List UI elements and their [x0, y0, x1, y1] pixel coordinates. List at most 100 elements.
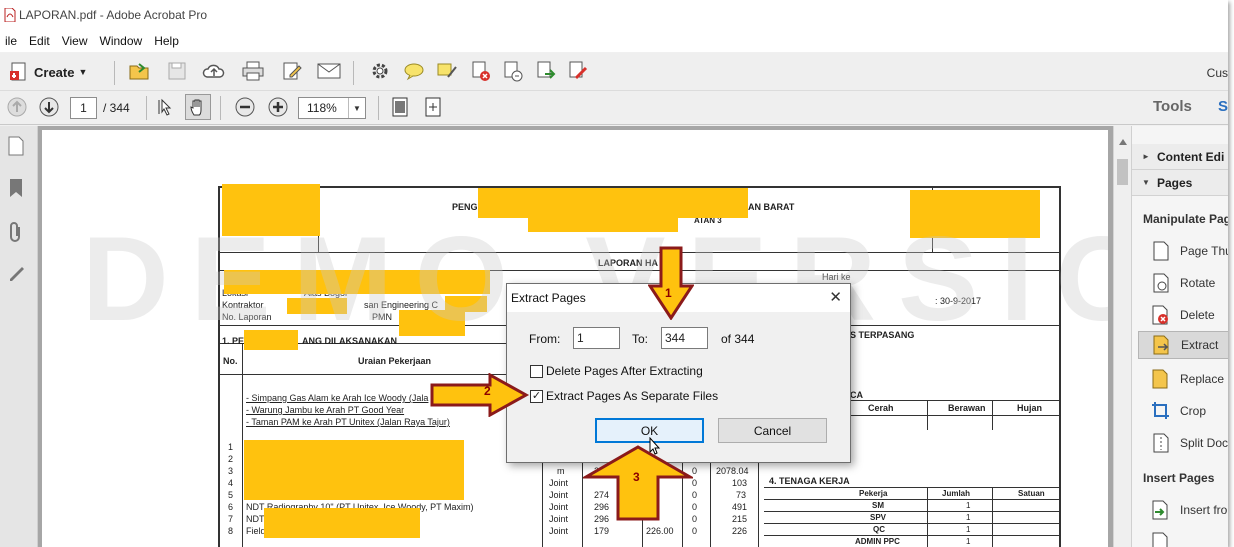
- rotate-tool[interactable]: Rotate: [1138, 269, 1228, 297]
- menu-view[interactable]: View: [56, 34, 94, 48]
- comment-icon[interactable]: [401, 58, 427, 84]
- page-thumbnails-icon[interactable]: [8, 136, 24, 156]
- doc-berawan: Berawan: [948, 403, 986, 413]
- tool-label: Split Doc: [1180, 436, 1228, 450]
- pages-label: Pages: [1157, 175, 1193, 190]
- doc-route-line: - Taman PAM ke Arah PT Unitex (Jalan Ray…: [246, 417, 450, 427]
- attachment-icon[interactable]: [8, 222, 24, 244]
- replace-tool[interactable]: Replace: [1138, 365, 1228, 393]
- main-toolbar: Create ▼ Cus: [0, 53, 1228, 91]
- tool-label: Page Thu: [1180, 244, 1228, 258]
- sign-tab[interactable]: S: [1218, 98, 1228, 115]
- select-cursor-icon[interactable]: [153, 94, 179, 120]
- print-icon[interactable]: [240, 58, 266, 84]
- scrollbar-thumb[interactable]: [1117, 159, 1128, 185]
- page-number-input[interactable]: 1: [70, 97, 97, 119]
- doc-section1-prefix: 1. PE: [222, 336, 245, 346]
- rotate-icon: [1150, 272, 1172, 294]
- insert-from-file-tool[interactable]: Insert fro: [1138, 496, 1228, 524]
- chevron-down-icon: ▼: [78, 67, 88, 77]
- save-icon[interactable]: [164, 58, 190, 84]
- doc-tk-role: SM: [872, 501, 884, 510]
- tools-tab[interactable]: Tools: [1153, 98, 1192, 115]
- doc-row-text: NDT: [246, 514, 265, 524]
- doc-unit: Joint: [549, 478, 569, 488]
- hand-tool-icon[interactable]: [185, 94, 211, 120]
- delete-pages-icon[interactable]: [468, 58, 494, 84]
- zoom-in-icon[interactable]: [265, 94, 291, 120]
- window-title: LAPORAN.pdf - Adobe Acrobat Pro: [19, 8, 208, 22]
- doc-row-number: 2: [228, 454, 234, 464]
- doc-row-number: 4: [228, 478, 234, 488]
- previous-page-icon[interactable]: [4, 94, 30, 120]
- separate-files-checkbox[interactable]: ✓: [530, 390, 543, 403]
- doc-qty-d: 491: [732, 502, 748, 512]
- doc-cerah: Cerah: [868, 403, 894, 413]
- customize-label[interactable]: Cus: [1207, 66, 1228, 80]
- page-thumbnails-tool[interactable]: Page Thu: [1138, 237, 1228, 265]
- zoom-select[interactable]: 118% ▼: [298, 97, 366, 119]
- full-screen-icon[interactable]: [420, 94, 446, 120]
- doc-cuaca: CA: [850, 390, 863, 400]
- insert-pages-heading: Insert Pages: [1143, 471, 1215, 485]
- settings-gear-icon[interactable]: [367, 58, 393, 84]
- insert-pages-icon[interactable]: [500, 58, 526, 84]
- vertical-scrollbar[interactable]: [1113, 126, 1131, 547]
- close-icon[interactable]: ✕: [829, 288, 842, 306]
- redaction-block: [244, 330, 298, 350]
- title-bar: LAPORAN.pdf - Adobe Acrobat Pro: [0, 0, 1228, 30]
- cloud-upload-icon[interactable]: [201, 58, 227, 84]
- doc-qty-b: 226.00: [646, 526, 674, 536]
- menu-edit[interactable]: Edit: [23, 34, 56, 48]
- split-document-tool[interactable]: Split Doc: [1138, 429, 1228, 457]
- chevron-down-icon: ▼: [1142, 178, 1150, 187]
- highlight-icon[interactable]: [434, 58, 460, 84]
- doc-terpasang: S TERPASANG: [850, 330, 915, 340]
- doc-tenaga-kerja: 4. TENAGA KERJA: [769, 476, 850, 486]
- to-page-input[interactable]: 344: [661, 327, 708, 349]
- create-button[interactable]: Create ▼: [8, 59, 87, 85]
- menu-bar: ile Edit View Window Help: [0, 30, 1228, 52]
- doc-section1-suffix: ANG DILAKSANAKAN: [302, 336, 397, 346]
- doc-no-laporan-label: No. Laporan: [222, 312, 272, 322]
- scroll-up-icon[interactable]: [1119, 139, 1127, 145]
- doc-col-no: No.: [223, 356, 238, 366]
- open-file-icon[interactable]: [126, 58, 152, 84]
- crop-tool[interactable]: Crop: [1138, 397, 1228, 425]
- menu-window[interactable]: Window: [94, 34, 149, 48]
- sign-document-icon[interactable]: [565, 58, 591, 84]
- tool-label: Rotate: [1180, 276, 1216, 290]
- delete-pages-checkbox[interactable]: [530, 365, 543, 378]
- doc-hari-ke-label: Hari ke: [822, 272, 851, 282]
- next-page-icon[interactable]: [36, 94, 62, 120]
- edit-document-icon[interactable]: [279, 58, 305, 84]
- delete-tool[interactable]: Delete: [1138, 301, 1228, 329]
- extract-page-icon: [1151, 334, 1173, 356]
- create-button-label: Create: [34, 64, 75, 80]
- extract-tool[interactable]: Extract: [1138, 331, 1228, 359]
- pages-panel[interactable]: ▼ Pages: [1132, 170, 1228, 196]
- tool-label: Replace: [1180, 372, 1225, 386]
- insert-more-tool[interactable]: [1138, 528, 1228, 547]
- content-editing-panel[interactable]: ► Content Edi: [1132, 144, 1228, 170]
- extract-pages-icon[interactable]: [533, 58, 559, 84]
- doc-tk-count: 1: [966, 501, 971, 510]
- fit-page-icon[interactable]: [387, 94, 413, 120]
- chevron-down-icon[interactable]: ▼: [348, 98, 365, 118]
- doc-tanggal-value: : 30-9-2017: [935, 296, 982, 306]
- doc-row-number: 1: [228, 442, 234, 452]
- redaction-block: [244, 440, 464, 500]
- menu-file[interactable]: ile: [0, 34, 23, 48]
- page-count-label: of 344: [721, 332, 755, 346]
- from-page-input[interactable]: 1: [573, 327, 620, 349]
- doc-tk-count: 1: [966, 525, 971, 534]
- bookmark-icon[interactable]: [8, 178, 24, 198]
- doc-row-text: Field: [246, 526, 266, 536]
- zoom-out-icon[interactable]: [232, 94, 258, 120]
- menu-help[interactable]: Help: [148, 34, 185, 48]
- email-icon[interactable]: [316, 58, 342, 84]
- cancel-button[interactable]: Cancel: [718, 418, 827, 443]
- signature-pane-icon[interactable]: [8, 264, 26, 282]
- doc-unit: Joint: [549, 490, 569, 500]
- replace-page-icon: [1150, 368, 1172, 390]
